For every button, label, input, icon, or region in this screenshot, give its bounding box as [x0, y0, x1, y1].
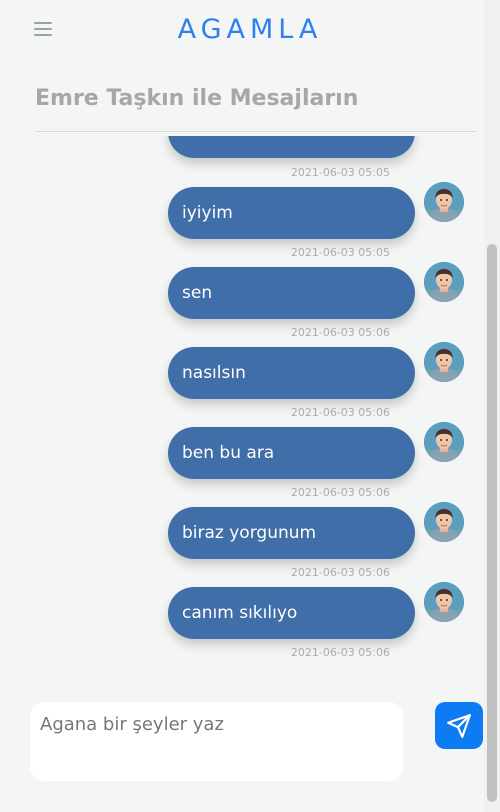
user-avatar [424, 262, 464, 302]
message-bubble: canım sıkılıyo [168, 587, 415, 639]
message-timestamp: 2021-06-03 05:06 [290, 646, 390, 659]
scrollbar-thumb[interactable] [487, 244, 497, 802]
message-bubble: biraz yorgunum [168, 507, 415, 559]
message-bubble: iyiyim [168, 187, 415, 239]
send-button[interactable] [435, 702, 483, 749]
paper-plane-icon [447, 713, 471, 738]
message-timestamp: 2021-06-03 05:05 [290, 246, 390, 259]
message-bubble: nasılsın [168, 347, 415, 399]
message-bubble: ben bu ara [168, 427, 415, 479]
message-timestamp: 2021-06-03 05:06 [290, 406, 390, 419]
message-input[interactable] [30, 702, 403, 781]
user-avatar [424, 182, 464, 222]
message-timestamp: 2021-06-03 05:05 [290, 166, 390, 179]
message-bubble: sen [168, 267, 415, 319]
user-avatar [424, 582, 464, 622]
message-timestamp: 2021-06-03 05:06 [290, 566, 390, 579]
message-bubble [168, 136, 415, 158]
scrollbar[interactable] [484, 0, 500, 812]
brand-logo[interactable]: AGAMLA [0, 14, 500, 45]
user-avatar [424, 502, 464, 542]
page-title: Emre Taşkın ile Mesajların [35, 86, 359, 111]
user-avatar [424, 342, 464, 382]
user-avatar [424, 422, 464, 462]
message-timestamp: 2021-06-03 05:06 [290, 486, 390, 499]
message-timestamp: 2021-06-03 05:06 [290, 326, 390, 339]
message-list[interactable]: 2021-06-03 05:05 iyiyim 2021-06-03 05:05… [0, 136, 484, 676]
divider [35, 131, 477, 132]
